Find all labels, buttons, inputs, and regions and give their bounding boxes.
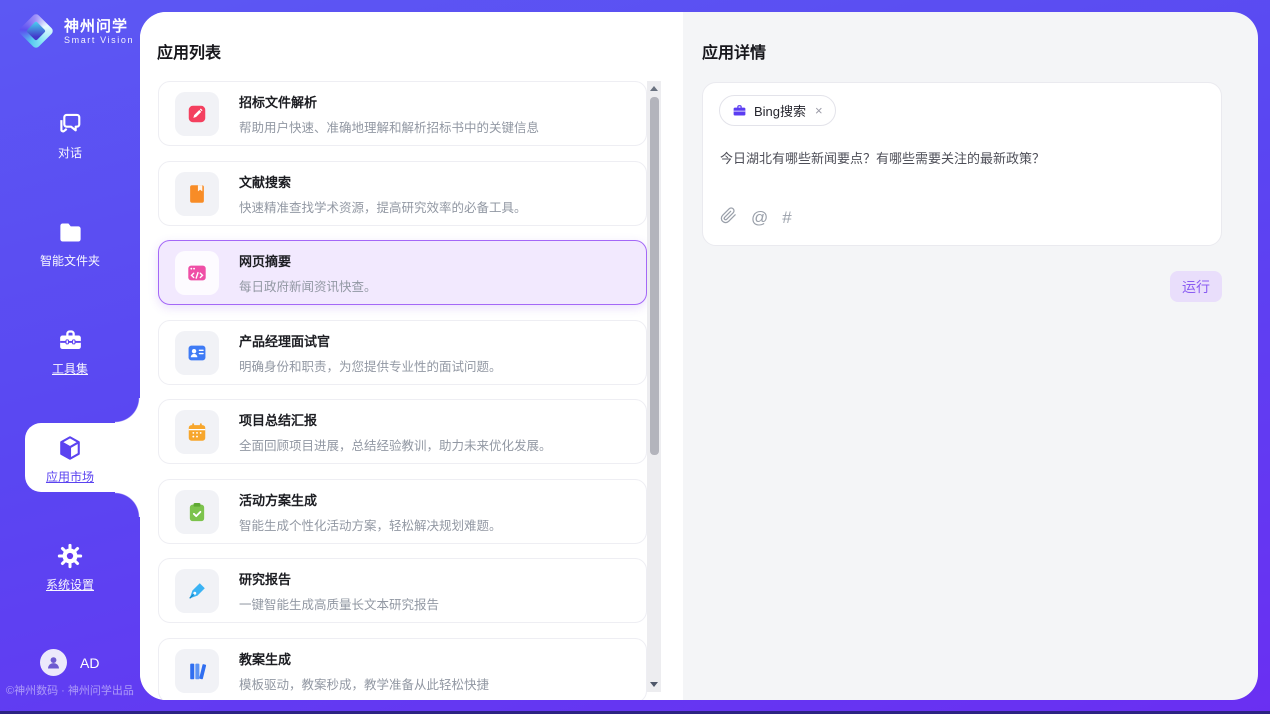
app-name: 研究报告 [239,569,439,588]
sidebar-item-toolset[interactable]: 工具集 [0,326,140,377]
sidebar-item-settings[interactable]: 系统设置 [0,542,140,593]
app-list-item[interactable]: 项目总结汇报 全面回顾项目进展，总结经验教训，助力未来优化发展。 [158,399,647,464]
app-list-item[interactable]: 研究报告 一键智能生成高质量长文本研究报告 [158,558,647,623]
app-list-item[interactable]: 产品经理面试官 明确身份和职责，为您提供专业性的面试问题。 [158,320,647,385]
app-name: 产品经理面试官 [239,331,502,350]
run-button[interactable]: 运行 [1170,271,1222,302]
toolbox-icon [0,326,140,354]
app-name: 网页摘要 [239,251,377,270]
sidebar-item-label: 对话 [0,144,140,161]
app-desc: 一键智能生成高质量长文本研究报告 [239,594,439,613]
app-list-item[interactable]: 活动方案生成 智能生成个性化活动方案，轻松解决规划难题。 [158,479,647,544]
app-desc: 每日政府新闻资讯快查。 [239,276,377,295]
book-icon [175,172,219,216]
folder-icon [0,218,140,246]
sidebar: 神州问学 Smart Vision 对话 智能文件夹 [0,0,140,714]
calendar-icon [175,410,219,454]
app-name: 招标文件解析 [239,92,539,111]
app-desc: 快速精准查找学术资源，提高研究效率的必备工具。 [239,197,527,216]
hash-icon[interactable]: # [782,209,791,227]
app-detail-title: 应用详情 [702,39,766,63]
interview-card-icon [175,331,219,375]
clipboard-check-icon [175,490,219,534]
app-name: 活动方案生成 [239,490,502,509]
ink-pen-icon [175,569,219,613]
tool-tag-bing-search[interactable]: Bing搜索 × [719,95,836,126]
app-name: 教案生成 [239,649,489,668]
app-list-panel: 应用列表 招标文件解析 帮助用户快速、准确地理解和解析招标书中的关键信息 [140,12,683,700]
bubble-fillet-bottom [115,492,140,517]
list-scrollbar[interactable] [647,81,661,692]
bubble-fillet-top [115,398,140,423]
user-initials: AD [80,655,99,671]
brand-subtitle: Smart Vision [64,35,134,45]
cube-icon [0,434,140,462]
app-window: 神州问学 Smart Vision 对话 智能文件夹 [0,0,1270,714]
scrollbar-thumb[interactable] [650,97,659,455]
pen-square-icon [175,92,219,136]
sidebar-footer-text: ©神州数码 · 神州问学出品 [6,682,140,698]
avatar [40,649,67,676]
app-desc: 帮助用户快速、准确地理解和解析招标书中的关键信息 [239,117,539,136]
app-desc: 全面回顾项目进展，总结经验教训，助力未来优化发展。 [239,435,552,454]
app-list-item[interactable]: 文献搜索 快速精准查找学术资源，提高研究效率的必备工具。 [158,161,647,226]
mention-icon[interactable]: @ [751,209,768,227]
chat-icon [0,110,140,138]
content-area: 应用列表 招标文件解析 帮助用户快速、准确地理解和解析招标书中的关键信息 [140,12,1258,700]
sidebar-item-label: 工具集 [0,360,140,377]
sidebar-item-chat[interactable]: 对话 [0,110,140,161]
sidebar-item-app-market[interactable]: 应用市场 [0,434,140,485]
gear-icon [0,542,140,570]
scroll-up-icon[interactable] [650,86,658,91]
brand-diamond-icon [17,12,55,50]
sidebar-item-label: 智能文件夹 [0,252,140,269]
sidebar-item-label: 系统设置 [0,576,140,593]
sidebar-item-label: 应用市场 [0,468,140,485]
app-desc: 明确身份和职责，为您提供专业性的面试问题。 [239,356,502,375]
browser-code-icon [175,251,219,295]
app-name: 文献搜索 [239,172,527,191]
scroll-down-icon[interactable] [650,682,658,687]
books-icon [175,649,219,693]
app-list-title: 应用列表 [157,39,221,63]
attachment-icon[interactable] [720,207,737,229]
app-desc: 智能生成个性化活动方案，轻松解决规划难题。 [239,515,502,534]
app-name: 项目总结汇报 [239,410,552,429]
brand-name: 神州问学 [64,18,134,35]
tool-tag-label: Bing搜索 [754,101,806,120]
query-text: 今日湖北有哪些新闻要点？有哪些需要关注的最新政策？ [720,149,1200,168]
app-desc: 模板驱动，教案秒成，教学准备从此轻松快捷 [239,674,489,693]
briefcase-icon [732,103,747,118]
app-list-item[interactable]: 教案生成 模板驱动，教案秒成，教学准备从此轻松快捷 [158,638,647,700]
sidebar-item-smart-folder[interactable]: 智能文件夹 [0,218,140,269]
app-list-item-selected[interactable]: 网页摘要 每日政府新闻资讯快查。 [158,240,647,305]
tag-close-icon[interactable]: × [815,103,823,118]
brand-logo: 神州问学 Smart Vision [17,12,134,50]
user-account[interactable]: AD [40,649,99,676]
app-list-item[interactable]: 招标文件解析 帮助用户快速、准确地理解和解析招标书中的关键信息 [158,81,647,146]
prompt-composer[interactable]: Bing搜索 × 今日湖北有哪些新闻要点？有哪些需要关注的最新政策？ @ # [702,82,1222,246]
